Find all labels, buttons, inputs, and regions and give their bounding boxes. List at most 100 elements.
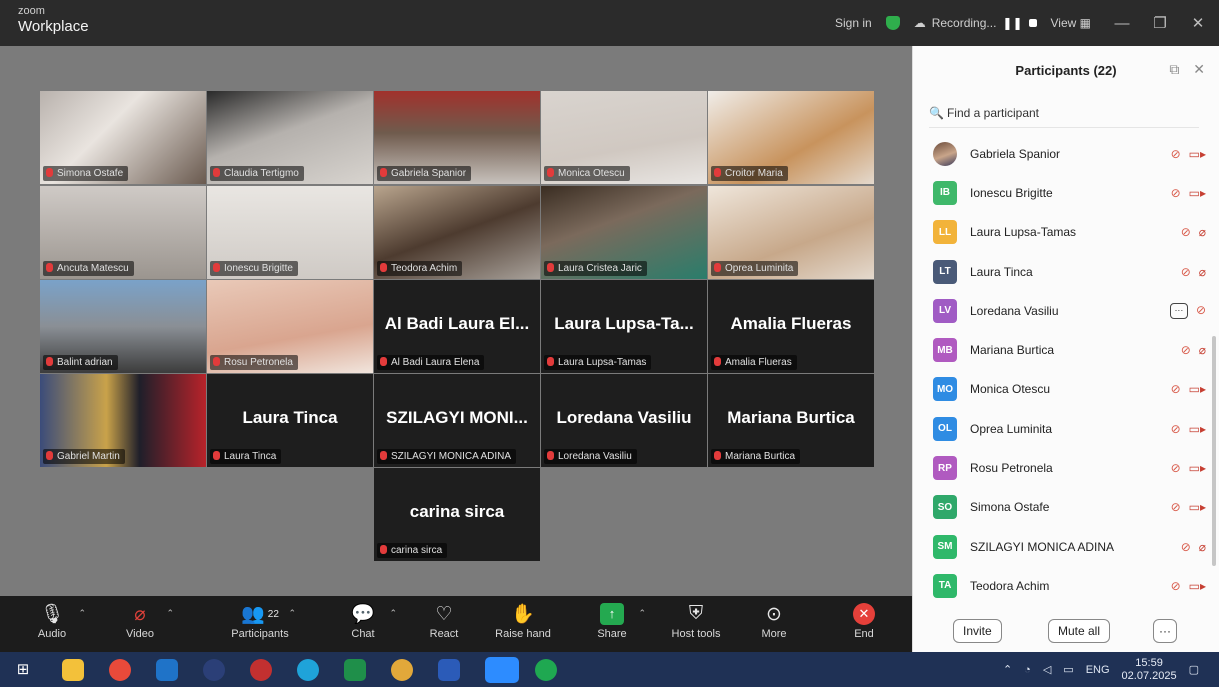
camera-icon[interactable]: ▭▸ [1189,382,1206,396]
participant-row[interactable]: SO Simona Ostafe ⊘ ▭▸ [913,488,1219,527]
battery-icon[interactable]: ▭ [1063,663,1073,676]
participants-caret-icon[interactable]: ⌃ [288,608,296,619]
participant-row[interactable]: LV Loredana Vasiliu ··· ⊘ [913,291,1219,330]
share-button[interactable]: ↑ ⌃ Share [582,600,646,640]
search-input[interactable]: 🔍 Find a participant [929,106,1199,128]
app-red-icon[interactable] [250,659,272,681]
muted-mic-icon[interactable]: ⊘ [1196,303,1206,319]
participant-tile[interactable]: Amalia Flueras Amalia Flueras [708,280,874,373]
participant-tile[interactable]: Laura Tinca Laura Tinca [207,374,373,467]
muted-mic-icon[interactable]: ⊘ [1171,579,1181,593]
sign-in-link[interactable]: Sign in [835,16,872,30]
chat-caret-icon[interactable]: ⌃ [389,608,397,619]
muted-mic-icon[interactable]: ⊘ [1181,225,1191,239]
chrome-icon[interactable] [109,659,131,681]
participant-row[interactable]: IB Ionescu Brigitte ⊘ ▭▸ [913,173,1219,212]
invite-button[interactable]: Invite [953,619,1002,643]
participant-tile[interactable]: Laura Lupsa-Ta... Laura Lupsa-Tamas [541,280,707,373]
camera-icon[interactable]: ▭▸ [1189,500,1206,514]
participant-tile[interactable]: Teodora Achim [374,186,540,279]
participant-tile[interactable]: Balint adrian [40,280,206,373]
participant-tile[interactable]: Gabriel Martin [40,374,206,467]
participant-row[interactable]: LL Laura Lupsa-Tamas ⊘ ⌀ [913,213,1219,252]
mute-all-button[interactable]: Mute all [1048,619,1111,643]
close-panel-icon[interactable]: ✕ [1193,61,1205,77]
camera-off-icon[interactable]: ⌀ [1199,225,1206,239]
zoom-taskbar-icon[interactable] [485,657,519,683]
participant-row[interactable]: LT Laura Tinca ⊘ ⌀ [913,252,1219,291]
participant-row[interactable]: MB Mariana Burtica ⊘ ⌀ [913,330,1219,369]
close-window-icon[interactable]: ✕ [1181,14,1215,32]
camera-off-icon[interactable]: ⌀ [1199,343,1206,357]
participant-tile[interactable]: Mariana Burtica Mariana Burtica [708,374,874,467]
tray-chevron-icon[interactable]: ⌃ [1003,663,1012,676]
panel-more-button[interactable]: ··· [1153,619,1177,643]
clock[interactable]: 15:59 02.07.2025 [1122,657,1177,683]
participant-tile[interactable]: SZILAGYI MONI... SZILAGYI MONICA ADINA [374,374,540,467]
chat-button[interactable]: 💬 ⌃ Chat [333,600,397,640]
audio-button[interactable]: 🎙 ⌃ Audio [22,600,86,640]
participant-tile[interactable]: Loredana Vasiliu Loredana Vasiliu [541,374,707,467]
participant-tile[interactable]: Al Badi Laura El... Al Badi Laura Elena [374,280,540,373]
participant-more-icon[interactable]: ··· [1169,302,1188,319]
video-caret-icon[interactable]: ⌃ [166,608,174,619]
camera-icon[interactable]: ▭▸ [1189,579,1206,593]
participant-tile[interactable]: Oprea Luminita [708,186,874,279]
participant-tile[interactable]: Croitor Maria [708,91,874,184]
muted-mic-icon[interactable]: ⊘ [1181,265,1191,279]
camera-off-icon[interactable]: ⌀ [1199,540,1206,554]
participant-tile[interactable]: Claudia Tertigmo [207,91,373,184]
participant-row[interactable]: OL Oprea Luminita ⊘ ▭▸ [913,409,1219,448]
windows-start-icon[interactable]: ⊞ [12,659,34,681]
participant-tile[interactable]: Monica Otescu [541,91,707,184]
participant-tile[interactable]: carina sirca carina sirca [374,468,540,561]
muted-mic-icon[interactable]: ⊘ [1181,343,1191,357]
camera-icon[interactable]: ▭▸ [1189,422,1206,436]
file-explorer-icon[interactable] [62,659,84,681]
muted-mic-icon[interactable]: ⊘ [1171,147,1181,161]
participant-tile[interactable]: Laura Cristea Jaric [541,186,707,279]
camera-off-icon[interactable]: ⌀ [1199,265,1206,279]
participant-row[interactable]: Gabriela Spanior ⊘ ▭▸ [913,134,1219,173]
end-button[interactable]: ✕ End [834,600,894,640]
excel-icon[interactable] [344,659,366,681]
participant-tile[interactable]: Simona Ostafe [40,91,206,184]
maximize-icon[interactable]: ❐ [1143,14,1177,32]
participant-tile[interactable]: Rosu Petronela [207,280,373,373]
host-tools-button[interactable]: ⛨ Host tools [666,600,726,640]
chrome-profile-icon[interactable] [391,659,413,681]
pop-out-icon[interactable]: ⧉ [1169,61,1179,77]
participant-row[interactable]: SM SZILAGYI MONICA ADINA ⊘ ⌀ [913,527,1219,566]
raise-hand-button[interactable]: ✋ Raise hand [493,600,553,640]
participant-tile[interactable]: Ancuta Matescu [40,186,206,279]
whatsapp-icon[interactable] [535,659,557,681]
network-icon[interactable]: ◔ [1024,664,1031,676]
video-button[interactable]: ⌀ ⌃ Video [110,600,174,641]
word-icon[interactable] [438,659,460,681]
camera-icon[interactable]: ▭▸ [1189,147,1206,161]
audio-caret-icon[interactable]: ⌃ [78,608,86,619]
edge-icon[interactable] [297,659,319,681]
view-button[interactable]: View ▦ [1051,16,1091,30]
participant-tile[interactable]: Gabriela Spanior [374,91,540,184]
app-c-icon[interactable] [203,659,225,681]
participants-button[interactable]: 👥 22 ⌃ Participants [228,600,296,640]
camera-icon[interactable]: ▭▸ [1189,186,1206,200]
muted-mic-icon[interactable]: ⊘ [1181,540,1191,554]
muted-mic-icon[interactable]: ⊘ [1171,500,1181,514]
muted-mic-icon[interactable]: ⊘ [1171,382,1181,396]
participant-tile[interactable]: Ionescu Brigitte [207,186,373,279]
participant-row[interactable]: RP Rosu Petronela ⊘ ▭▸ [913,448,1219,487]
encryption-shield-icon[interactable] [885,16,900,30]
react-button[interactable]: ♡ React [414,600,474,641]
more-button[interactable]: ⊙ More [744,600,804,641]
pause-recording-icon[interactable]: ❚❚ [1002,16,1022,30]
muted-mic-icon[interactable]: ⊘ [1171,186,1181,200]
outlook-icon[interactable] [156,659,178,681]
participant-list-scrollbar[interactable] [1212,336,1216,566]
participant-row[interactable]: MO Monica Otescu ⊘ ▭▸ [913,370,1219,409]
camera-icon[interactable]: ▭▸ [1189,461,1206,475]
language-indicator[interactable]: ENG [1086,664,1110,676]
volume-icon[interactable]: ◁ [1043,663,1051,676]
minimize-icon[interactable]: — [1105,15,1139,32]
